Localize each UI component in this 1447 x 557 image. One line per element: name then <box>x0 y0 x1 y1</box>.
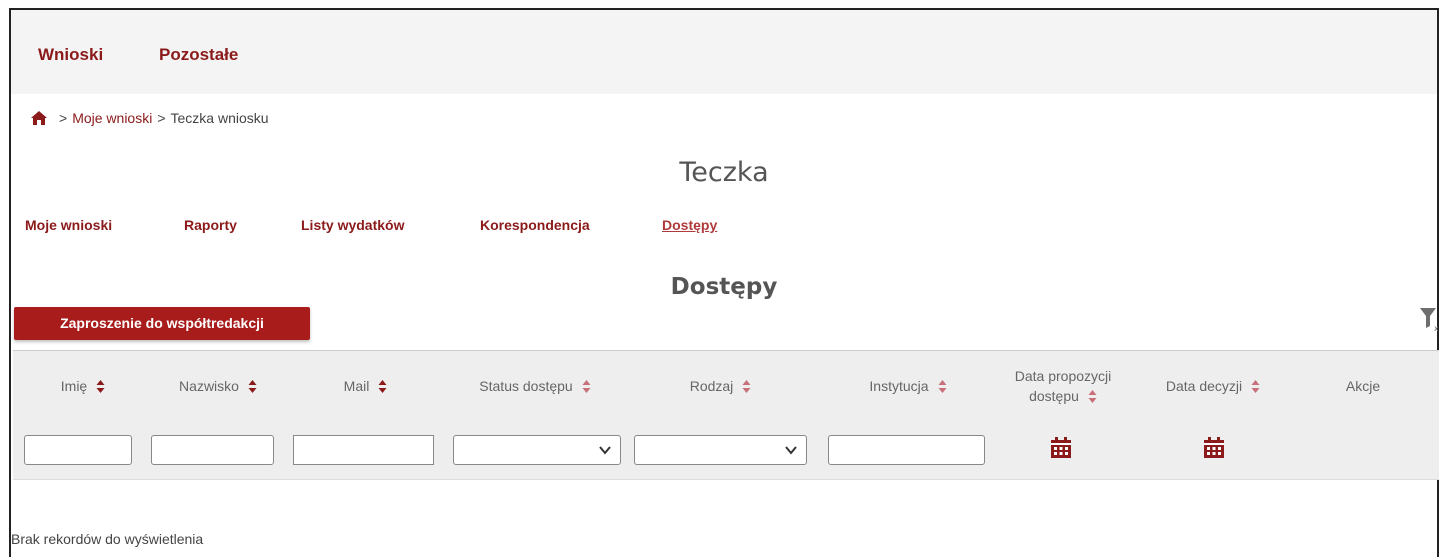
filter-mail-input[interactable] <box>293 435 434 465</box>
calendar-icon[interactable] <box>1203 437 1225 459</box>
column-label-text: dostępu <box>1029 388 1079 404</box>
empty-table-message: Brak rekordów do wyświetlenia <box>11 531 204 547</box>
tab-listy-wydatkow[interactable]: Listy wydatków <box>301 217 404 233</box>
column-header-data-propozycji[interactable]: Data propozycji dostępu <box>998 351 1128 421</box>
column-header-status[interactable]: Status dostępu <box>450 351 620 421</box>
column-label: Akcje <box>1345 378 1381 394</box>
home-icon[interactable] <box>30 110 48 126</box>
chevron-down-icon <box>599 446 611 455</box>
filter-rodzaj-select[interactable] <box>634 435 807 465</box>
column-header-nazwisko[interactable]: Nazwisko <box>153 351 283 421</box>
filter-status-select[interactable] <box>453 435 621 465</box>
sort-icon[interactable] <box>582 379 591 394</box>
tab-korespondencja[interactable]: Korespondencja <box>480 217 590 233</box>
filter-imie-input[interactable] <box>24 435 132 465</box>
filter-nazwisko-input[interactable] <box>151 435 274 465</box>
page-title: Teczka <box>679 157 769 188</box>
column-label: Status dostępu <box>479 378 573 394</box>
tab-raporty[interactable]: Raporty <box>184 217 237 233</box>
sort-icon[interactable] <box>1251 379 1260 394</box>
nav-wnioski[interactable]: Wnioski <box>38 45 103 65</box>
sort-icon[interactable] <box>248 379 257 394</box>
sort-icon[interactable] <box>1088 389 1097 404</box>
invite-coedit-button[interactable]: Zaproszenie do współtredakcji <box>14 307 310 340</box>
filter-clear-icon[interactable]: x <box>1419 306 1441 332</box>
column-header-akcje: Akcje <box>1313 351 1413 421</box>
column-header-instytucja[interactable]: Instytucja <box>828 351 988 421</box>
sort-icon[interactable] <box>742 379 751 394</box>
breadcrumb: > Moje wnioski > Teczka wniosku <box>30 110 269 126</box>
tab-moje-wnioski[interactable]: Moje wnioski <box>25 217 112 233</box>
top-navbar: Wnioski Pozostałe <box>11 10 1437 94</box>
column-header-data-decyzji[interactable]: Data decyzji <box>1143 351 1283 421</box>
column-label-line2: dostępu <box>1029 386 1097 406</box>
breadcrumb-separator: > <box>59 110 68 126</box>
column-label: Imię <box>60 378 88 394</box>
column-label: Mail <box>343 378 370 394</box>
calendar-icon[interactable] <box>1050 437 1072 459</box>
breadcrumb-moje-wnioski[interactable]: Moje wnioski <box>72 110 152 126</box>
tab-dostepy[interactable]: Dostępy <box>662 217 717 233</box>
section-title: Dostępy <box>670 274 778 300</box>
filter-instytucja-input[interactable] <box>828 435 985 465</box>
sort-icon[interactable] <box>378 379 387 394</box>
sort-icon[interactable] <box>96 379 105 394</box>
column-label: Nazwisko <box>179 378 239 394</box>
app-frame: Wnioski Pozostałe > Moje wnioski > Teczk… <box>9 8 1439 557</box>
column-label: Instytucja <box>869 378 929 394</box>
access-table-header: Imię Nazwisko Mail Status dostępu Rodzaj… <box>13 350 1439 480</box>
column-header-imie[interactable]: Imię <box>23 351 143 421</box>
column-label: Data decyzji <box>1165 378 1243 394</box>
column-label: Rodzaj <box>689 378 734 394</box>
breadcrumb-current: Teczka wniosku <box>170 110 269 126</box>
column-header-mail[interactable]: Mail <box>293 351 438 421</box>
column-label: Data propozycji <box>1014 368 1112 384</box>
svg-text:x: x <box>1434 324 1439 332</box>
breadcrumb-separator: > <box>157 110 166 126</box>
column-header-rodzaj[interactable]: Rodzaj <box>633 351 808 421</box>
nav-pozostale[interactable]: Pozostałe <box>159 45 238 65</box>
chevron-down-icon <box>785 446 797 455</box>
sort-icon[interactable] <box>938 379 947 394</box>
